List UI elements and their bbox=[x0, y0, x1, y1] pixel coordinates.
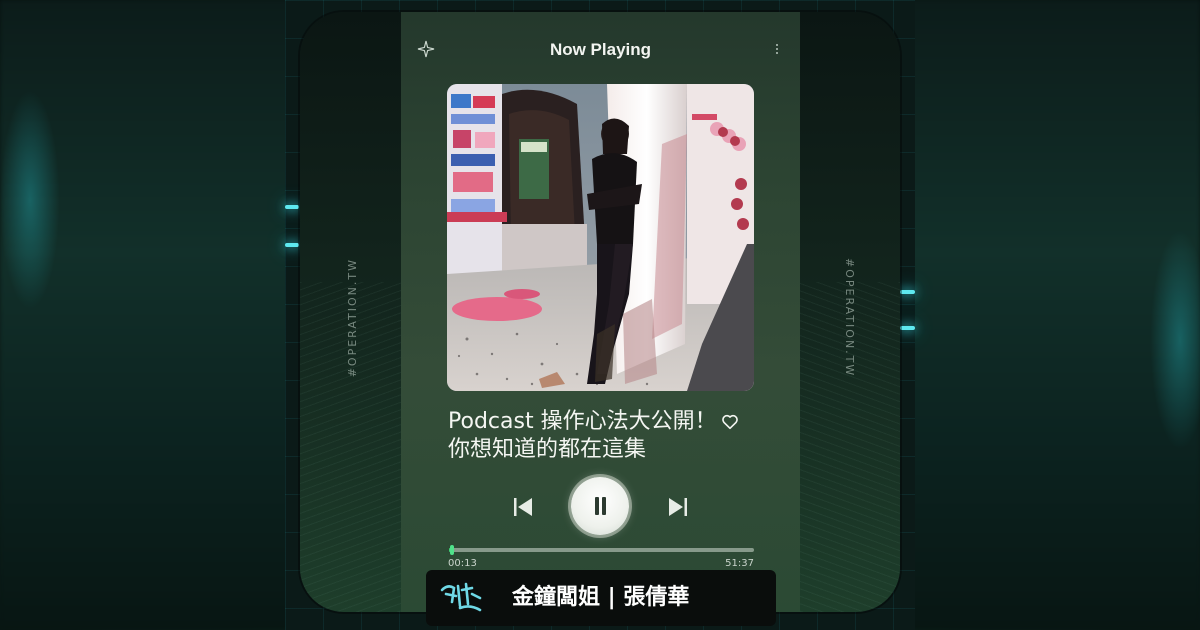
playback-controls bbox=[401, 477, 800, 537]
skip-next-icon[interactable] bbox=[666, 495, 690, 519]
neon-bar-right-2 bbox=[900, 326, 915, 330]
pause-button[interactable] bbox=[571, 477, 629, 535]
track-title-line-1-text: Podcast 操作心法大公開！ bbox=[448, 409, 717, 434]
neon-bar-right-1 bbox=[900, 290, 915, 294]
now-playing-card: Now Playing Podcast 操作心法大公開！ 你想知道的都在這集 0… bbox=[401, 12, 800, 612]
track-title-line-2: 你想知道的都在這集 bbox=[448, 437, 647, 462]
more-vertical-icon[interactable] bbox=[774, 40, 780, 58]
player-header: Now Playing bbox=[401, 40, 800, 64]
left-glow bbox=[0, 90, 60, 310]
progress-bar[interactable] bbox=[449, 545, 754, 555]
pause-icon-bar-left bbox=[595, 497, 599, 515]
duration: 51:37 bbox=[725, 558, 754, 569]
page-title: Now Playing bbox=[549, 40, 652, 59]
neon-bar-left-1 bbox=[285, 205, 299, 209]
right-glow bbox=[1150, 230, 1200, 450]
show-logo bbox=[438, 580, 484, 616]
side-tag-right: #OPERATION.TW bbox=[843, 258, 856, 378]
side-tag-left: #OPERATION.TW bbox=[346, 258, 359, 378]
guest-name-banner: 金鐘闆姐 | 張倩華 bbox=[426, 570, 776, 626]
guest-name: 金鐘闆姐 | 張倩華 bbox=[512, 585, 690, 610]
heart-outline-icon[interactable] bbox=[721, 413, 739, 431]
current-time: 00:13 bbox=[448, 558, 477, 569]
share-image-canvas: #OPERATION.TW #OPERATION.TW Now Playing bbox=[0, 0, 1200, 630]
album-art bbox=[447, 84, 754, 391]
track-title: Podcast 操作心法大公開！ 你想知道的都在這集 bbox=[448, 408, 768, 464]
pause-icon-bar-right bbox=[602, 497, 606, 515]
track-title-line-1: Podcast 操作心法大公開！ bbox=[448, 408, 768, 436]
skip-previous-icon[interactable] bbox=[511, 495, 535, 519]
neon-bar-left-2 bbox=[285, 243, 299, 247]
progress-knob[interactable] bbox=[450, 545, 455, 555]
